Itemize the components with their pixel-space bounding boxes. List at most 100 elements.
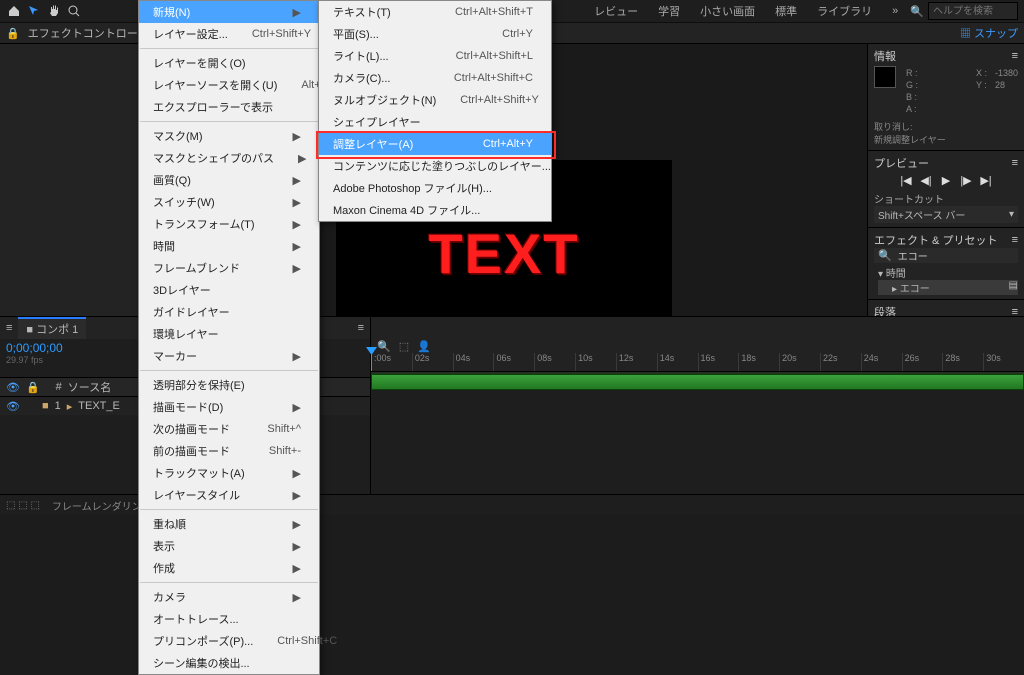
ruler-tick[interactable]: 10s [575, 353, 616, 371]
menu-item[interactable]: 透明部分を保持(E) [139, 374, 319, 396]
chevron-down-icon[interactable]: ▾ [1009, 209, 1014, 220]
menu-item[interactable]: マスクとシェイプのパス▶ [139, 147, 319, 169]
snap-toggle[interactable]: ▦ スナップ [960, 25, 1018, 41]
panel-menu-icon[interactable]: ≡ [1012, 157, 1018, 169]
menu-item[interactable]: オートトレース... [139, 608, 319, 630]
ruler-tick[interactable]: 12s [616, 353, 657, 371]
ruler-tick[interactable]: 30s [983, 353, 1024, 371]
ruler-tick[interactable]: :00s [371, 353, 412, 371]
ruler-tick[interactable]: 28s [942, 353, 983, 371]
timeline-tab[interactable]: ■ コンポ 1 [18, 317, 86, 339]
ruler-tick[interactable]: 24s [861, 353, 902, 371]
menu-item[interactable]: 環境レイヤー [139, 323, 319, 345]
shortcut-value[interactable]: Shift+スペース バー [878, 207, 965, 222]
last-frame-icon[interactable]: ▶| [979, 173, 993, 187]
ws-tab[interactable]: 小さい画面 [692, 1, 763, 21]
panel-menu-icon[interactable]: ≡ [358, 322, 364, 334]
ws-more-icon[interactable]: » [884, 3, 906, 19]
menu-item[interactable]: 表示▶ [139, 535, 319, 557]
menu-item[interactable]: マーカー▶ [139, 345, 319, 367]
layer-name[interactable]: TEXT_E [78, 400, 120, 412]
ruler-tick[interactable]: 18s [738, 353, 779, 371]
prev-frame-icon[interactable]: ◀| [919, 173, 933, 187]
ws-tab[interactable]: レビュー [586, 1, 646, 21]
menu-item[interactable]: テキスト(T)Ctrl+Alt+Shift+T [319, 1, 551, 23]
effects-search-input[interactable] [896, 249, 1024, 262]
menu-item[interactable]: 作成▶ [139, 557, 319, 579]
zoom-tool-icon[interactable] [66, 3, 82, 19]
menu-item[interactable]: シーン編集の検出... [139, 652, 319, 674]
ruler-tick[interactable]: 04s [453, 353, 494, 371]
play-icon[interactable]: ▶ [939, 173, 953, 187]
visibility-toggle[interactable]: 👁 [6, 400, 20, 413]
time-ruler[interactable]: 🔍 ⬚ 👤 :00s02s04s06s08s10s12s14s16s18s20s… [371, 317, 1024, 372]
menu-item[interactable]: レイヤー設定...Ctrl+Shift+Y [139, 23, 319, 45]
lock-col-icon[interactable]: 🔒 [26, 381, 40, 394]
next-frame-icon[interactable]: |▶ [959, 173, 973, 187]
hamburger-icon[interactable]: ≡ [6, 322, 12, 334]
menu-item[interactable]: 平面(S)...Ctrl+Y [319, 23, 551, 45]
source-name-col[interactable]: ソース名 [68, 379, 111, 395]
menu-item[interactable]: 新規(N)▶ [139, 1, 319, 23]
ruler-tick[interactable]: 02s [412, 353, 453, 371]
ws-tab[interactable]: 標準 [767, 1, 805, 21]
home-icon[interactable] [6, 3, 22, 19]
track-row[interactable] [371, 372, 1024, 390]
first-frame-icon[interactable]: |◀ [899, 173, 913, 187]
help-search-input[interactable] [928, 2, 1018, 20]
ruler-tick[interactable]: 06s [493, 353, 534, 371]
ruler-tick[interactable]: 26s [902, 353, 943, 371]
menu-item[interactable]: 前の描画モードShift+- [139, 440, 319, 462]
menu-item[interactable]: トラックマット(A)▶ [139, 462, 319, 484]
menu-item[interactable]: マスク(M)▶ [139, 125, 319, 147]
menu-item[interactable]: ライト(L)...Ctrl+Alt+Shift+L [319, 45, 551, 67]
menu-item[interactable]: トランスフォーム(T)▶ [139, 213, 319, 235]
menu-item[interactable]: フレームブレンド▶ [139, 257, 319, 279]
hand-tool-icon[interactable] [46, 3, 62, 19]
menu-item[interactable]: 3Dレイヤー [139, 279, 319, 301]
menu-item[interactable]: Maxon Cinema 4D ファイル... [319, 199, 551, 221]
playhead[interactable] [371, 353, 372, 371]
menu-item[interactable]: Adobe Photoshop ファイル(H)... [319, 177, 551, 199]
ws-tab[interactable]: ライブラリ [809, 1, 880, 21]
menu-item[interactable]: 次の描画モードShift+^ [139, 418, 319, 440]
graph-icon[interactable]: ⬚ [399, 340, 409, 353]
menu-item[interactable]: 画質(Q)▶ [139, 169, 319, 191]
preset-icon: ▤ [1009, 280, 1018, 295]
ruler-tick[interactable]: 08s [534, 353, 575, 371]
lock-icon[interactable]: 🔒 [6, 27, 20, 40]
preview-panel: プレビュー≡ |◀ ◀| ▶ |▶ ▶| ショートカット Shift+スペース … [868, 151, 1024, 228]
menu-item[interactable]: 調整レイヤー(A)Ctrl+Alt+Y [319, 133, 551, 155]
shy-icon[interactable]: 👤 [417, 340, 431, 353]
menu-item[interactable]: 時間▶ [139, 235, 319, 257]
search-icon[interactable]: 🔍 [377, 340, 391, 353]
effects-group[interactable]: ▾ 時間 [878, 265, 1018, 280]
effects-item[interactable]: ▸ エコー▤ [878, 280, 1018, 295]
menu-item[interactable]: ガイドレイヤー [139, 301, 319, 323]
panel-menu-icon[interactable]: ≡ [1012, 234, 1018, 246]
menu-item[interactable]: コンテンツに応じた塗りつぶしのレイヤー... [319, 155, 551, 177]
menu-item[interactable]: レイヤーソースを開く(U)Alt+Numpad Enter [139, 74, 319, 96]
panel-menu-icon[interactable]: ≡ [1012, 50, 1018, 62]
ws-tab[interactable]: 学習 [650, 1, 688, 21]
clip-bar[interactable] [371, 374, 1024, 390]
menu-item[interactable]: レイヤーを開く(O) [139, 52, 319, 74]
visibility-col-icon[interactable]: 👁 [6, 381, 20, 394]
ruler-tick[interactable]: 14s [657, 353, 698, 371]
menu-item[interactable]: 重ね順▶ [139, 513, 319, 535]
ruler-tick[interactable]: 16s [698, 353, 739, 371]
menu-item[interactable]: カメラ▶ [139, 586, 319, 608]
ruler-tick[interactable]: 20s [779, 353, 820, 371]
menu-item[interactable]: レイヤースタイル▶ [139, 484, 319, 506]
search-icon: 🔍 [878, 249, 892, 262]
menu-item[interactable]: カメラ(C)...Ctrl+Alt+Shift+C [319, 67, 551, 89]
menu-item[interactable]: ヌルオブジェクト(N)Ctrl+Alt+Shift+Y [319, 89, 551, 111]
menu-item[interactable]: プリコンポーズ(P)...Ctrl+Shift+C [139, 630, 319, 652]
menu-item[interactable]: スイッチ(W)▶ [139, 191, 319, 213]
menu-item[interactable]: シェイプレイヤー [319, 111, 551, 133]
ruler-tick[interactable]: 22s [820, 353, 861, 371]
menu-item[interactable]: エクスプローラーで表示 [139, 96, 319, 118]
menu-item[interactable]: 描画モード(D)▶ [139, 396, 319, 418]
toggle-icons[interactable]: ⬚ ⬚ ⬚ [6, 500, 40, 511]
selection-tool-icon[interactable] [26, 3, 42, 19]
